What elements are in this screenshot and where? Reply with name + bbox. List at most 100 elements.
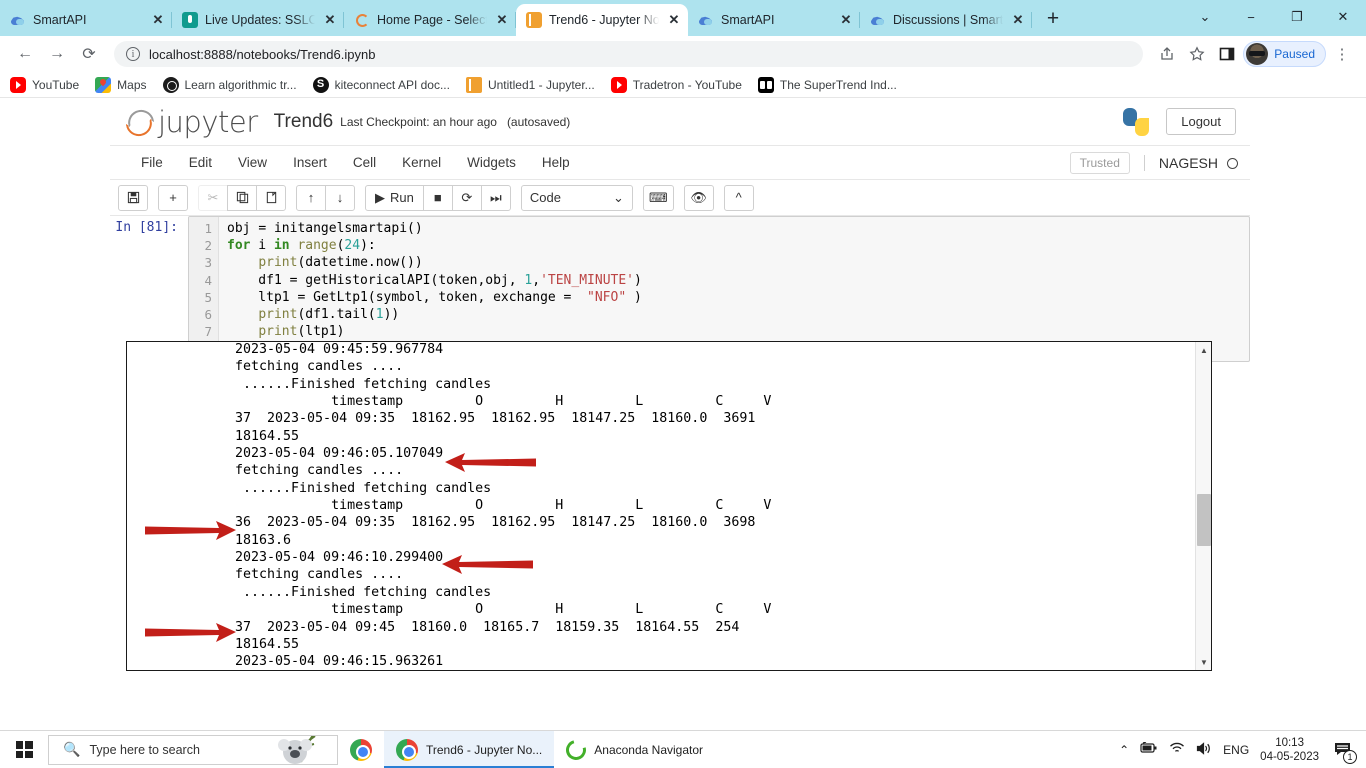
search-icon: 🔍 bbox=[63, 741, 81, 757]
menu-help[interactable]: Help bbox=[529, 151, 583, 174]
insert-cell-below-button[interactable]: + bbox=[158, 184, 188, 211]
address-bar[interactable]: i localhost:8888/notebooks/Trend6.ipynb bbox=[114, 41, 1144, 67]
chrome-menu-icon[interactable]: ⋮ bbox=[1328, 40, 1356, 68]
menu-widgets[interactable]: Widgets bbox=[454, 151, 529, 174]
notifications-button[interactable]: 1 bbox=[1330, 737, 1357, 764]
url-text: localhost:8888/notebooks/Trend6.ipynb bbox=[149, 46, 376, 62]
save-icon[interactable] bbox=[118, 184, 148, 211]
logout-button[interactable]: Logout bbox=[1166, 108, 1236, 135]
wifi-icon[interactable] bbox=[1169, 742, 1185, 757]
scroll-up-icon[interactable]: ▲ bbox=[1196, 342, 1211, 358]
kite-icon bbox=[312, 76, 329, 93]
bookmark-tradetron[interactable]: Tradetron - YouTube bbox=[610, 76, 742, 93]
line-number-gutter: 12345678 bbox=[189, 217, 219, 361]
tab-title: Discussions | SmartAP bbox=[893, 13, 1003, 27]
browser-tab-4[interactable]: SmartAPI ✕ bbox=[688, 4, 860, 36]
close-tab-icon[interactable]: ✕ bbox=[666, 12, 682, 28]
menu-view[interactable]: View bbox=[225, 151, 280, 174]
maximize-button[interactable]: ❐ bbox=[1274, 0, 1320, 34]
bookmark-youtube[interactable]: YouTube bbox=[10, 76, 80, 93]
notebook-name[interactable]: Trend6 bbox=[274, 111, 334, 133]
restart-kernel-icon[interactable]: ⟳ bbox=[451, 184, 482, 211]
bookmark-untitled1[interactable]: Untitled1 - Jupyter... bbox=[465, 76, 595, 93]
start-button[interactable] bbox=[0, 731, 48, 768]
close-window-button[interactable]: ✕ bbox=[1320, 0, 1366, 34]
cut-icon[interactable]: ✂ bbox=[198, 184, 228, 211]
output-text: 2023-05-04 09:45:59.967784 fetching cand… bbox=[235, 342, 772, 670]
menu-cell[interactable]: Cell bbox=[340, 151, 389, 174]
code-text[interactable]: obj = initangelsmartapi() for i in range… bbox=[219, 217, 1249, 361]
close-tab-icon[interactable]: ✕ bbox=[322, 12, 338, 28]
menu-insert[interactable]: Insert bbox=[280, 151, 340, 174]
taskbar-app-chrome[interactable] bbox=[338, 731, 384, 768]
bookmark-supertrend[interactable]: The SuperTrend Ind... bbox=[757, 76, 897, 93]
toolbar-group-edit: ✂ bbox=[198, 184, 286, 211]
tab-title: Home Page - Select o bbox=[377, 13, 487, 27]
profile-chip[interactable]: Paused bbox=[1243, 41, 1326, 67]
browser-tab-1[interactable]: Live Updates: SSLC Re ✕ bbox=[172, 4, 344, 36]
menu-kernel[interactable]: Kernel bbox=[389, 151, 454, 174]
bookmark-label: YouTube bbox=[32, 77, 80, 92]
volume-icon[interactable] bbox=[1196, 741, 1212, 758]
battery-icon[interactable] bbox=[1140, 741, 1158, 757]
run-button[interactable]: ▶ Run bbox=[365, 184, 424, 211]
close-tab-icon[interactable]: ✕ bbox=[1010, 12, 1026, 28]
browser-tab-5[interactable]: Discussions | SmartAP ✕ bbox=[860, 4, 1032, 36]
jupyter-book-icon bbox=[526, 12, 542, 28]
star-icon[interactable] bbox=[1183, 40, 1211, 68]
side-panel-icon[interactable] bbox=[1213, 40, 1241, 68]
clock[interactable]: 10:13 04-05-2023 bbox=[1260, 736, 1319, 764]
jupyter-logo[interactable]: jupyter bbox=[124, 105, 258, 139]
minimize-button[interactable]: − bbox=[1228, 0, 1274, 34]
back-icon[interactable]: ← bbox=[10, 39, 40, 69]
taskbar-app-trend6-jupyter[interactable]: Trend6 - Jupyter No... bbox=[384, 730, 555, 768]
kernel-indicator[interactable]: NAGESH bbox=[1143, 154, 1238, 171]
paste-icon[interactable] bbox=[256, 184, 286, 211]
tab-search-icon[interactable]: ⌄ bbox=[1182, 0, 1228, 34]
close-tab-icon[interactable]: ✕ bbox=[150, 12, 166, 28]
browser-tab-0[interactable]: SmartAPI ✕ bbox=[0, 4, 172, 36]
youtube-icon bbox=[10, 76, 26, 93]
interrupt-kernel-icon[interactable]: ■ bbox=[422, 184, 453, 211]
show-hidden-icons-chevron-icon[interactable]: ⌃ bbox=[1119, 743, 1129, 757]
taskbar-app-anaconda-navigator[interactable]: Anaconda Navigator bbox=[554, 731, 715, 768]
move-cell-down-button[interactable]: ↓ bbox=[325, 184, 355, 211]
cell-type-select[interactable]: Code ⌄ bbox=[520, 184, 633, 211]
bookmark-learn-algorithmic[interactable]: Learn algorithmic tr... bbox=[162, 76, 297, 93]
chrome-icon bbox=[350, 738, 372, 761]
taskbar-search[interactable]: 🔍 Type here to search bbox=[48, 734, 338, 765]
bookmark-label: The SuperTrend Ind... bbox=[779, 77, 897, 92]
cell-output-scrolled[interactable]: 2023-05-04 09:45:59.967784 fetching cand… bbox=[126, 341, 1212, 671]
bookmark-kiteconnect[interactable]: kiteconnect API doc... bbox=[312, 76, 450, 93]
collapse-icon[interactable]: ^ bbox=[723, 184, 754, 211]
menu-edit[interactable]: Edit bbox=[176, 151, 225, 174]
copy-icon[interactable] bbox=[227, 184, 257, 211]
bookmark-maps[interactable]: Maps bbox=[95, 76, 147, 93]
reload-icon[interactable]: ⟳ bbox=[74, 39, 104, 69]
browser-tab-3-active[interactable]: Trend6 - Jupyter Note ✕ bbox=[516, 4, 688, 36]
jupyter-book-icon bbox=[465, 76, 482, 93]
code-cell-81[interactable]: In [81]: 12345678 obj = initangelsmartap… bbox=[110, 216, 1250, 362]
output-scrollbar[interactable]: ▲ ▼ bbox=[1195, 342, 1211, 670]
close-tab-icon[interactable]: ✕ bbox=[494, 12, 510, 28]
code-line-5: ltp1 = GetLtp1(symbol, token, exchange =… bbox=[227, 289, 642, 305]
new-tab-button[interactable]: + bbox=[1038, 4, 1068, 34]
kernel-name-label: NAGESH bbox=[1158, 154, 1218, 171]
forward-icon[interactable]: → bbox=[42, 39, 72, 69]
code-line-3: print(datetime.now()) bbox=[258, 255, 423, 271]
scrollbar-thumb[interactable] bbox=[1197, 494, 1211, 546]
jupyter-menubar: File Edit View Insert Cell Kernel Widget… bbox=[110, 146, 1250, 180]
share-icon[interactable] bbox=[1153, 40, 1181, 68]
site-info-icon[interactable]: i bbox=[126, 47, 140, 61]
language-indicator[interactable]: ENG bbox=[1223, 743, 1249, 757]
close-tab-icon[interactable]: ✕ bbox=[838, 12, 854, 28]
eye-icon[interactable]: 👁 bbox=[683, 184, 714, 211]
code-editor[interactable]: 12345678 obj = initangelsmartapi() for i… bbox=[188, 216, 1250, 362]
restart-and-run-all-icon[interactable]: ⏭ bbox=[480, 184, 511, 211]
menu-file[interactable]: File bbox=[128, 151, 176, 174]
move-cell-up-button[interactable]: ↑ bbox=[296, 184, 326, 211]
scroll-down-icon[interactable]: ▼ bbox=[1196, 654, 1211, 670]
bookmark-label: Untitled1 - Jupyter... bbox=[487, 77, 595, 92]
keyboard-icon[interactable]: ⌨ bbox=[642, 184, 674, 211]
browser-tab-2[interactable]: Home Page - Select o ✕ bbox=[344, 4, 516, 36]
